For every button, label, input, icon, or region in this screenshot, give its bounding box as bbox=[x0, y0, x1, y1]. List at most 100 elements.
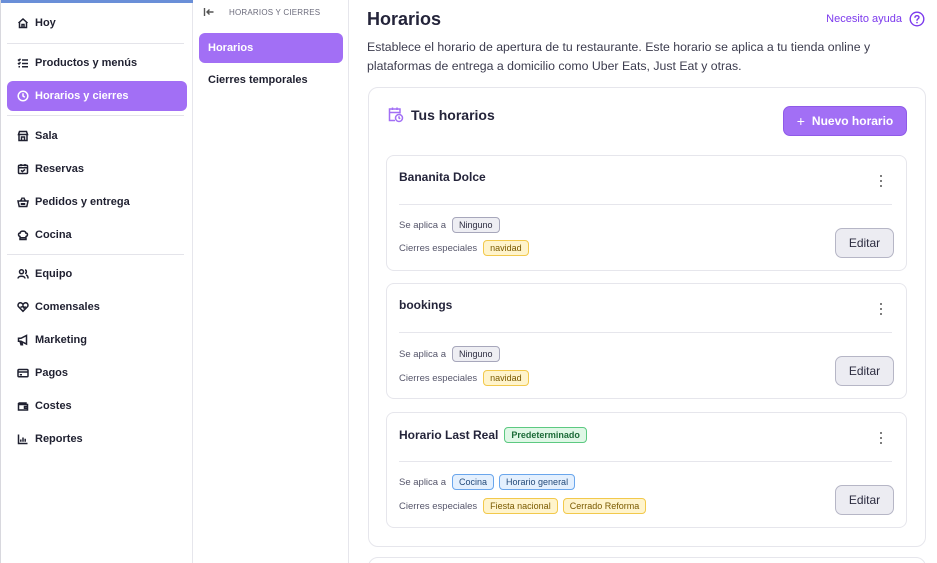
sidebar-item-label: Pedidos y entrega bbox=[35, 196, 130, 208]
sidebar-item-label: Comensales bbox=[35, 301, 100, 313]
subpanel-header: HORARIOS Y CIERRES bbox=[203, 6, 320, 18]
schedule-item: bookings Se aplica a Ninguno Cierres esp… bbox=[386, 283, 907, 399]
plus-icon: + bbox=[796, 113, 805, 129]
schedule-name: Horario Last Real Predeterminado bbox=[399, 427, 592, 443]
sidebar-item-horarios[interactable]: Horarios y cierres bbox=[7, 81, 187, 111]
home-icon bbox=[17, 17, 29, 29]
applies-row: Se aplica a Cocina Horario general bbox=[399, 474, 580, 490]
default-badge: Predeterminado bbox=[504, 427, 587, 443]
calendar-clock-icon bbox=[387, 106, 404, 123]
schedule-name: bookings bbox=[399, 298, 452, 312]
sidebar-item-label: Sala bbox=[35, 130, 58, 142]
subnav-item-label: Cierres temporales bbox=[208, 74, 308, 86]
sidebar-item-pedidos[interactable]: Pedidos y entrega bbox=[7, 187, 187, 217]
applies-label: Se aplica a bbox=[399, 219, 447, 231]
subnav-item-cierres-temporales[interactable]: Cierres temporales bbox=[199, 65, 343, 95]
more-options-icon[interactable] bbox=[875, 302, 887, 316]
schedule-item: Bananita Dolce Se aplica a Ninguno Cierr… bbox=[386, 155, 907, 271]
more-options-icon[interactable] bbox=[875, 431, 887, 445]
sidebar-item-label: Equipo bbox=[35, 268, 73, 280]
sidebar-item-hoy[interactable]: Hoy bbox=[7, 8, 187, 38]
sidebar-item-label: Marketing bbox=[35, 334, 87, 346]
secondary-nav-panel: HORARIOS Y CIERRES Horarios Cierres temp… bbox=[193, 0, 349, 563]
sidebar-item-label: Horarios y cierres bbox=[35, 90, 129, 102]
subnav-item-horarios[interactable]: Horarios bbox=[199, 33, 343, 63]
edit-button[interactable]: Editar bbox=[835, 228, 894, 258]
basket-icon bbox=[17, 196, 29, 208]
edit-button[interactable]: Editar bbox=[835, 356, 894, 386]
page-title: Horarios bbox=[367, 9, 442, 29]
applies-badge: Horario general bbox=[499, 474, 576, 490]
schedule-name-text: Bananita Dolce bbox=[399, 170, 486, 184]
card-title: Tus horarios bbox=[387, 106, 495, 123]
megaphone-icon bbox=[17, 334, 29, 346]
sidebar-item-reportes[interactable]: Reportes bbox=[7, 424, 187, 454]
sidebar-item-label: Hoy bbox=[35, 17, 56, 29]
schedule-name: Bananita Dolce bbox=[399, 170, 486, 184]
chef-hat-icon bbox=[17, 229, 29, 241]
closure-badge: Cerrado Reforma bbox=[562, 498, 647, 514]
sidebar-item-label: Pagos bbox=[35, 367, 69, 379]
sidebar-item-marketing[interactable]: Marketing bbox=[7, 325, 187, 355]
next-card bbox=[368, 557, 926, 563]
sidebar-divider bbox=[7, 254, 184, 255]
closure-badge: navidad bbox=[483, 370, 529, 386]
closure-badge: navidad bbox=[483, 240, 529, 256]
sidebar-item-label: Reportes bbox=[35, 433, 83, 445]
sidebar-item-equipo[interactable]: Equipo bbox=[7, 259, 187, 289]
main-sidebar: Hoy Productos y menús Horarios y cierres… bbox=[0, 0, 194, 563]
closures-label: Cierres especiales bbox=[399, 500, 478, 512]
users-icon bbox=[17, 268, 29, 280]
help-link-label: Necesito ayuda bbox=[826, 13, 902, 25]
card-title-text: Tus horarios bbox=[411, 106, 495, 123]
heart-icon bbox=[17, 301, 29, 313]
closures-row: Cierres especiales Fiesta nacional Cerra… bbox=[399, 498, 651, 514]
closure-badge: Fiesta nacional bbox=[483, 498, 558, 514]
more-options-icon[interactable] bbox=[875, 174, 887, 188]
clock-icon bbox=[17, 90, 29, 102]
list-icon bbox=[17, 57, 29, 69]
sidebar-item-pagos[interactable]: Pagos bbox=[7, 358, 187, 388]
closures-row: Cierres especiales navidad bbox=[399, 370, 534, 386]
new-schedule-button[interactable]: + Nuevo horario bbox=[783, 106, 907, 136]
schedule-divider bbox=[399, 204, 892, 205]
sidebar-item-reservas[interactable]: Reservas bbox=[7, 154, 187, 184]
main-content: Horarios Necesito ayuda Establece el hor… bbox=[349, 0, 937, 563]
applies-badge: Ninguno bbox=[452, 217, 500, 233]
applies-row: Se aplica a Ninguno bbox=[399, 217, 505, 233]
edit-button[interactable]: Editar bbox=[835, 485, 894, 515]
applies-label: Se aplica a bbox=[399, 476, 447, 488]
sidebar-item-label: Cocina bbox=[35, 229, 72, 241]
sidebar-item-productos[interactable]: Productos y menús bbox=[7, 48, 187, 78]
schedule-divider bbox=[399, 332, 892, 333]
sidebar-divider bbox=[7, 43, 184, 44]
sidebar-divider bbox=[7, 115, 184, 116]
sidebar-item-sala[interactable]: Sala bbox=[7, 121, 187, 151]
chart-icon bbox=[17, 433, 29, 445]
store-icon bbox=[17, 130, 29, 142]
calendar-icon bbox=[17, 163, 29, 175]
subnav-item-label: Horarios bbox=[208, 42, 254, 54]
sidebar-item-cocina[interactable]: Cocina bbox=[7, 220, 187, 250]
help-link[interactable]: Necesito ayuda bbox=[826, 11, 925, 27]
applies-badge: Cocina bbox=[452, 474, 495, 490]
schedule-item: Horario Last Real Predeterminado Se apli… bbox=[386, 412, 907, 528]
question-icon bbox=[909, 11, 925, 27]
wallet-icon bbox=[17, 400, 29, 412]
sidebar-item-label: Reservas bbox=[35, 163, 84, 175]
applies-row: Se aplica a Ninguno bbox=[399, 346, 505, 362]
page-description: Establece el horario de apertura de tu r… bbox=[367, 40, 871, 73]
sidebar-item-costes[interactable]: Costes bbox=[7, 391, 187, 421]
closures-label: Cierres especiales bbox=[399, 242, 478, 254]
closures-label: Cierres especiales bbox=[399, 372, 478, 384]
sidebar-item-label: Costes bbox=[35, 400, 72, 412]
collapse-panel-icon[interactable] bbox=[203, 6, 215, 18]
new-schedule-label: Nuevo horario bbox=[811, 114, 894, 128]
sidebar-item-comensales[interactable]: Comensales bbox=[7, 292, 187, 322]
schedules-card: Tus horarios + Nuevo horario Bananita Do… bbox=[368, 87, 926, 547]
schedule-name-text: bookings bbox=[399, 298, 453, 312]
sidebar-top-bar bbox=[1, 0, 194, 3]
applies-badge: Ninguno bbox=[452, 346, 500, 362]
sidebar-item-label: Productos y menús bbox=[35, 57, 138, 69]
applies-label: Se aplica a bbox=[399, 348, 447, 360]
